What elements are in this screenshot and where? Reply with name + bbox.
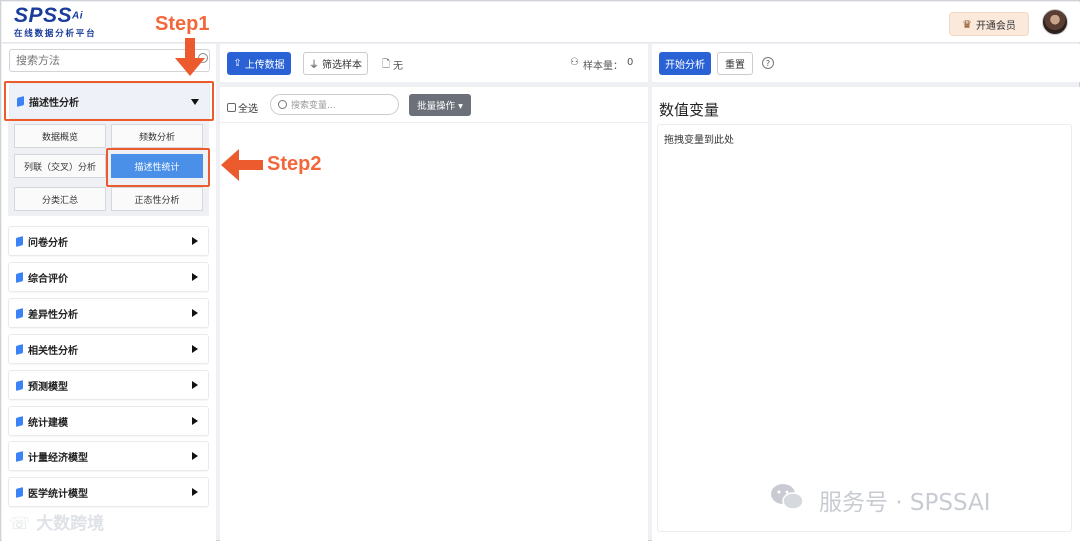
sample-size: ⚇ 样本量： 0: [570, 57, 633, 72]
crown-icon: ♛: [962, 17, 972, 31]
category-comprehensive-evaluation[interactable]: 综合评价: [8, 262, 209, 292]
category-label: 差异性分析: [28, 309, 78, 321]
book-icon: [16, 235, 23, 247]
reset-button[interactable]: 重置: [717, 52, 753, 75]
book-icon: [16, 271, 23, 283]
book-icon: [16, 307, 23, 319]
step2-highlight: [106, 148, 210, 187]
category-label: 计量经济模型: [28, 452, 88, 464]
sub-item-frequency-analysis[interactable]: 频数分析: [111, 124, 203, 148]
checkbox-box[interactable]: [227, 103, 236, 112]
sub-item-crosstab-analysis[interactable]: 列联（交叉）分析: [14, 154, 106, 178]
step1-arrow-icon: [175, 38, 205, 76]
filter-icon: ⏚: [309, 60, 319, 71]
brand-watermark-text: 大数跨境: [36, 514, 105, 534]
upload-data-button[interactable]: ⇪ 上传数据: [227, 52, 291, 75]
variable-search-input[interactable]: 搜索变量...: [270, 94, 399, 115]
category-label: 统计建模: [28, 417, 68, 429]
logo-ai-text: Ai: [72, 10, 84, 22]
help-icon[interactable]: ?: [762, 57, 774, 69]
vip-label: 开通会员: [975, 20, 1016, 32]
sub-item-normality-analysis[interactable]: 正态性分析: [111, 187, 203, 211]
category-questionnaire-analysis[interactable]: 问卷分析: [8, 226, 209, 256]
step1-highlight: [4, 81, 214, 121]
category-label: 预测模型: [28, 381, 68, 393]
wechat-icon: [771, 484, 804, 510]
start-analysis-button[interactable]: 开始分析: [659, 52, 711, 75]
book-icon: [16, 450, 23, 462]
book-icon: [16, 379, 23, 391]
caret-right-icon: [192, 417, 198, 425]
divider: [220, 122, 648, 123]
file-name: 无: [393, 61, 404, 72]
sample-label: 样本量：: [582, 61, 623, 72]
caret-right-icon: [192, 452, 198, 460]
book-icon: [16, 343, 23, 355]
variable-drop-zone[interactable]: 拖拽变量到此处: [657, 124, 1072, 532]
step2-arrow-icon: [221, 149, 263, 181]
upload-icon: ⇪: [233, 58, 242, 69]
category-medical-statistics-model[interactable]: 医学统计模型: [8, 477, 209, 507]
upload-label: 上传数据: [244, 60, 285, 71]
caret-right-icon: [192, 345, 198, 353]
book-icon: [16, 486, 23, 498]
category-econometric-model[interactable]: 计量经济模型: [8, 441, 209, 471]
caret-right-icon: [192, 381, 198, 389]
caret-right-icon: [192, 237, 198, 245]
numeric-variable-panel: 数值变量 拖拽变量到此处: [652, 87, 1080, 541]
filter-label: 筛选样本: [322, 60, 362, 71]
category-statistical-modeling[interactable]: 统计建模: [8, 406, 209, 436]
search-icon: [278, 100, 287, 109]
chat-bubble-icon: ☏: [9, 514, 37, 534]
category-label: 综合评价: [28, 273, 68, 285]
current-file: 🗋 无: [382, 57, 403, 74]
sub-item-data-overview[interactable]: 数据概览: [14, 124, 106, 148]
select-all-checkbox[interactable]: 全选: [227, 100, 258, 115]
category-label: 相关性分析: [28, 345, 78, 357]
category-prediction-model[interactable]: 预测模型: [8, 370, 209, 400]
data-toolbar: ⇪ 上传数据 ⏚ 筛选样本 🗋 无 ⚇ 样本量： 0: [220, 44, 648, 82]
caret-right-icon: [192, 309, 198, 317]
logo-subtitle: 在线数据分析平台: [14, 29, 97, 40]
file-icon: 🗋: [382, 59, 391, 70]
batch-operation-button[interactable]: 批量操作 ▾: [409, 94, 471, 116]
panel-title: 数值变量: [659, 101, 720, 119]
logo-main-text: SPSS: [14, 4, 73, 27]
logo[interactable]: SPSSAi 在线数据分析平台: [14, 4, 97, 40]
filter-sample-button[interactable]: ⏚ 筛选样本: [303, 52, 368, 75]
drop-hint: 拖拽变量到此处: [664, 135, 734, 146]
select-all-label: 全选: [238, 104, 258, 115]
avatar-icon[interactable]: [1042, 9, 1068, 35]
category-label: 问卷分析: [28, 237, 68, 249]
step2-label: Step2: [267, 153, 322, 175]
brand-watermark: ☏ 大数跨境: [9, 509, 104, 534]
users-icon: ⚇: [570, 57, 579, 68]
sample-count: 0: [626, 57, 634, 68]
category-correlation-analysis[interactable]: 相关性分析: [8, 334, 209, 364]
caret-right-icon: [192, 488, 198, 496]
book-icon: [16, 415, 23, 427]
step1-label: Step1: [155, 13, 210, 35]
vip-button[interactable]: ♛ 开通会员: [949, 12, 1029, 36]
variable-search-placeholder: 搜索变量...: [291, 101, 336, 111]
app-window: SPSSAi 在线数据分析平台 ♛ 开通会员 描述性分析 数据概览 频数分析 列…: [0, 0, 1080, 541]
category-label: 医学统计模型: [28, 488, 88, 500]
wechat-watermark: 服务号 · SPSSAI: [819, 490, 991, 516]
caret-right-icon: [192, 273, 198, 281]
sub-item-group-summary[interactable]: 分类汇总: [14, 187, 106, 211]
category-difference-analysis[interactable]: 差异性分析: [8, 298, 209, 328]
analysis-toolbar: 开始分析 重置 ?: [652, 44, 1080, 82]
